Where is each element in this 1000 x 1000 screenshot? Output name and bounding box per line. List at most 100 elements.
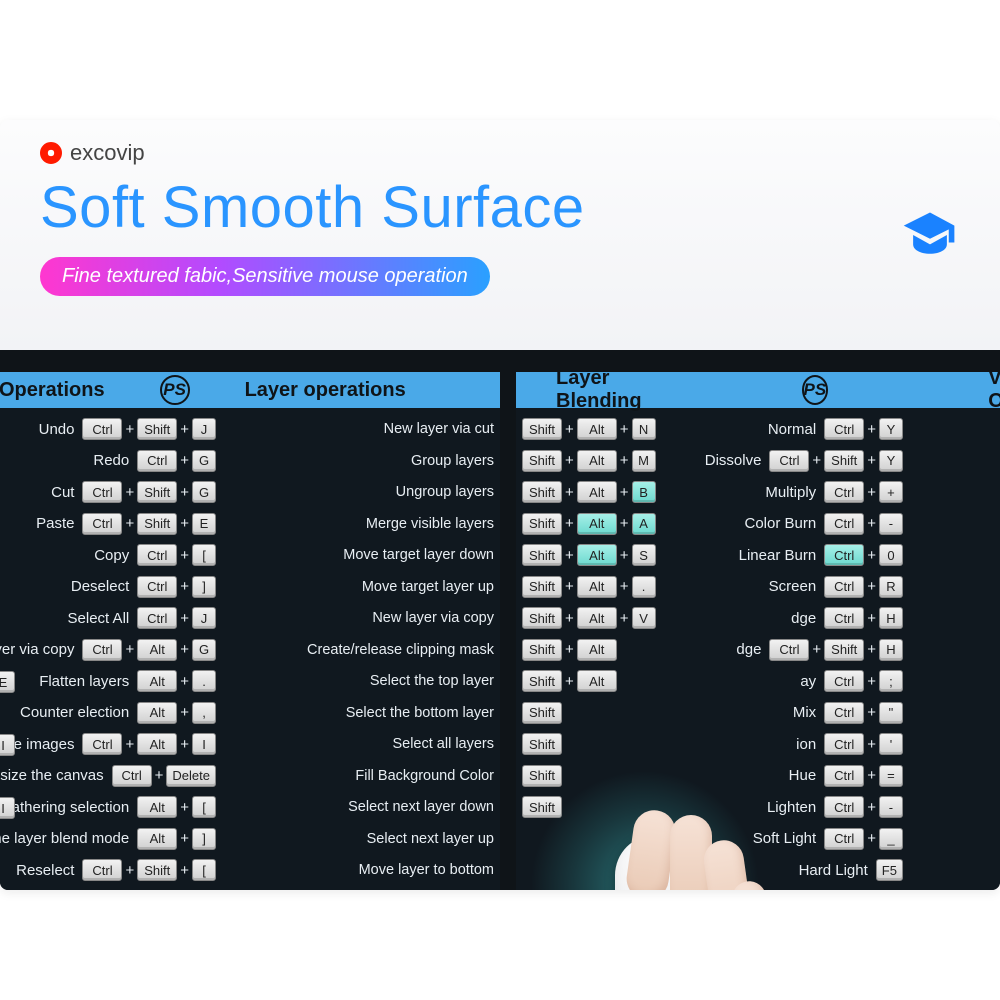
shortcut-label: Select the top layer bbox=[370, 673, 494, 689]
shortcut-row bbox=[0, 417, 15, 443]
shortcut-label: Lighten bbox=[767, 799, 816, 816]
key-cap: H bbox=[879, 607, 903, 629]
shortcut-row: Shift bbox=[516, 763, 663, 789]
key-cap: " bbox=[879, 702, 903, 724]
key-cap: Ctrl bbox=[824, 670, 864, 692]
shortcut-row: LightenCtrl+- bbox=[663, 794, 909, 820]
key-cap: Alt bbox=[577, 450, 617, 472]
key-combo: Shift+Alt+B bbox=[522, 481, 656, 503]
shortcut-row: E bbox=[0, 669, 15, 695]
key-cap: - bbox=[879, 513, 903, 535]
key-cap: Shift bbox=[522, 765, 562, 787]
shortcut-label: Feathering selection bbox=[0, 799, 129, 816]
key-cap: 0 bbox=[879, 544, 903, 566]
shortcut-row: HueCtrl+= bbox=[663, 763, 909, 789]
key-combo: Ctrl+Shift+Y bbox=[769, 450, 903, 472]
key-combo: Shift+Alt+S bbox=[522, 544, 656, 566]
key-combo: Ctrl+] bbox=[137, 576, 216, 598]
shortcut-label: Mix bbox=[793, 704, 816, 721]
shortcut-row: Shift bbox=[516, 731, 663, 757]
key-combo: Ctrl+G bbox=[137, 450, 216, 472]
key-cap: R bbox=[879, 576, 903, 598]
shortcut-row: New layer via copy bbox=[220, 605, 500, 631]
shortcut-row: Ungroup layers bbox=[220, 479, 500, 505]
shortcut-label: Move target layer down bbox=[343, 547, 494, 563]
key-cap: Ctrl bbox=[137, 450, 177, 472]
key-cap: Shift bbox=[522, 576, 562, 598]
shortcut-label: Counter election bbox=[20, 704, 129, 721]
key-cap: Ctrl bbox=[824, 481, 864, 503]
shortcut-row: I bbox=[0, 795, 15, 821]
shortcut-label: Hard Light bbox=[799, 862, 868, 879]
key-combo: Ctrl+J bbox=[137, 607, 216, 629]
shortcut-row: Shift+Alt+V bbox=[516, 605, 663, 631]
shortcut-row: Shift+Alt+B bbox=[516, 479, 663, 505]
key-combo: Ctrl+_ bbox=[824, 828, 903, 850]
key-cap: A bbox=[632, 513, 656, 535]
graduation-cap-icon bbox=[900, 205, 960, 265]
shortcut-label: Move target layer up bbox=[362, 579, 494, 595]
shortcut-label: dge bbox=[791, 610, 816, 627]
key-combo: F5 bbox=[876, 859, 903, 881]
key-combo: Ctrl+Alt+G bbox=[82, 639, 216, 661]
brand: excovip bbox=[40, 140, 960, 166]
key-combo: Shift+Alt+M bbox=[522, 450, 656, 472]
key-cap: Shift bbox=[522, 481, 562, 503]
shortcut-row: Move target layer up bbox=[220, 574, 500, 600]
key-cap: G bbox=[192, 450, 216, 472]
shortcut-row: Select All Ctrl+J bbox=[0, 605, 220, 631]
product-card: excovip Soft Smooth Surface Fine texture… bbox=[0, 120, 1000, 890]
shortcut-label: Hue bbox=[789, 767, 817, 784]
shortcut-label: Select All bbox=[68, 610, 130, 627]
shortcut-row bbox=[0, 606, 15, 632]
shortcut-row: Color BurnCtrl+- bbox=[663, 511, 909, 537]
shortcut-row: DeselectCtrl+] bbox=[0, 574, 220, 600]
key-cap: Ctrl bbox=[824, 828, 864, 850]
key-cap: Ctrl bbox=[769, 639, 809, 661]
key-combo: Ctrl+Shift+E bbox=[82, 513, 216, 535]
key-cap: Alt bbox=[577, 513, 617, 535]
shortcut-row: Select next layer up bbox=[220, 826, 500, 852]
key-cap: M bbox=[632, 450, 656, 472]
shortcut-row: Incr bbox=[909, 794, 1000, 820]
key-cap: _ bbox=[879, 828, 903, 850]
shortcut-row: Select next layer down bbox=[220, 794, 500, 820]
shortcut-label: Resize the canvas bbox=[0, 767, 104, 784]
right-key-column: Shift+Alt+NShift+Alt+MShift+Alt+BShift+A… bbox=[516, 416, 663, 883]
shortcut-row: Move target layer down bbox=[220, 542, 500, 568]
key-combo: Shift bbox=[522, 733, 562, 755]
key-combo: Shift+Alt bbox=[522, 670, 617, 692]
left-label-column: New layer via cutGroup layersUngroup lay… bbox=[220, 416, 500, 883]
sheet-right: Layer Blending PS View Ope Shift+Alt+NSh… bbox=[516, 372, 1000, 890]
shortcut-row bbox=[516, 826, 663, 852]
shortcut-row bbox=[909, 826, 1000, 852]
shortcut-row bbox=[0, 701, 15, 727]
key-cap: H bbox=[879, 639, 903, 661]
key-combo: Ctrl+Delete bbox=[112, 765, 216, 787]
key-cap: Shift bbox=[522, 702, 562, 724]
key-cap: + bbox=[879, 481, 903, 503]
shortcut-row bbox=[909, 448, 1000, 474]
shortcut-label: Select next layer up bbox=[367, 831, 494, 847]
key-cap: Shift bbox=[522, 607, 562, 629]
key-combo: Shift bbox=[522, 765, 562, 787]
key-cap: Shift bbox=[522, 639, 562, 661]
key-cap: Alt bbox=[137, 702, 177, 724]
key-cap: Alt bbox=[137, 670, 177, 692]
shortcut-row: Fill Background Color bbox=[220, 763, 500, 789]
key-combo: Alt+[ bbox=[137, 796, 216, 818]
key-cap: J bbox=[192, 607, 216, 629]
key-cap: Alt bbox=[137, 639, 177, 661]
key-cap: Shift bbox=[824, 639, 864, 661]
key-combo: Ctrl+; bbox=[824, 670, 903, 692]
key-combo: Ctrl+Alt+I bbox=[82, 733, 216, 755]
shortcut-label: Select the bottom layer bbox=[346, 705, 494, 721]
key-cap: = bbox=[879, 765, 903, 787]
shortcut-row: Re bbox=[909, 731, 1000, 757]
key-cap: Ctrl bbox=[769, 450, 809, 472]
mousepad: Operations PS Layer operations EII UndoC… bbox=[0, 350, 1000, 890]
shortcut-row: Shift+Alt+. bbox=[516, 574, 663, 600]
key-combo: Ctrl+[ bbox=[137, 544, 216, 566]
key-cap: Shift bbox=[522, 513, 562, 535]
key-cap: Shift bbox=[522, 733, 562, 755]
